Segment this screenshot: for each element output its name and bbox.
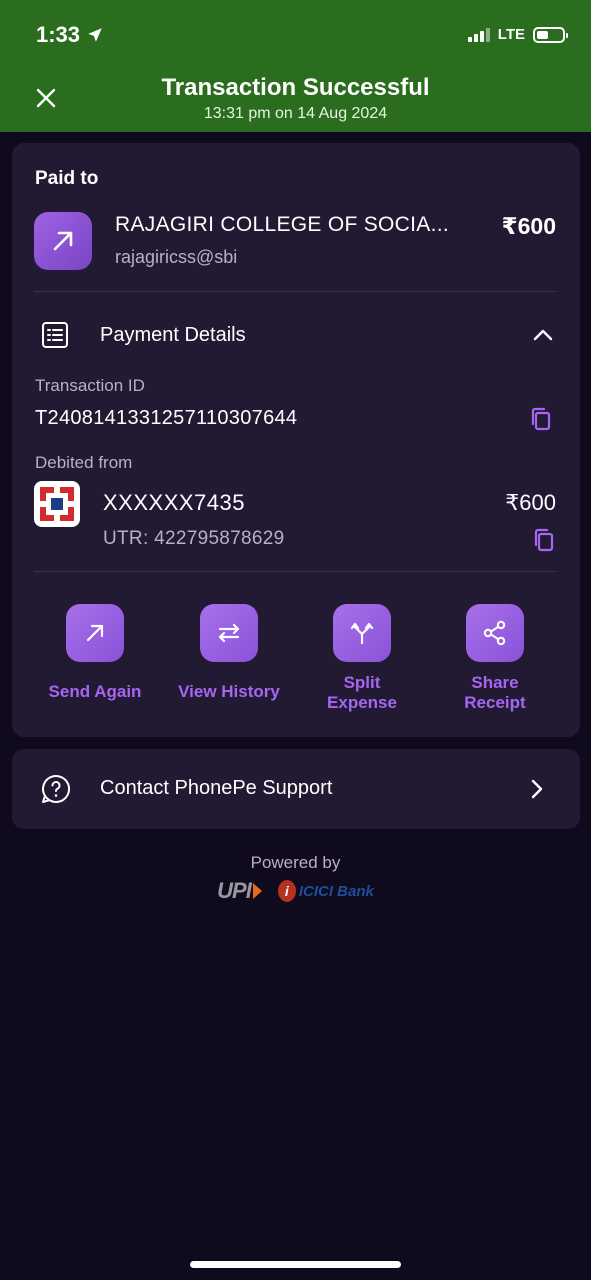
upi-logo-text: UPI [217,878,252,903]
chevron-up-icon[interactable] [532,324,554,346]
battery-icon [533,26,568,43]
split-expense-button[interactable]: Split Expense [295,604,429,713]
support-row[interactable]: Contact PhonePe Support [12,749,580,829]
hdfc-bank-icon [40,487,74,521]
share-icon [483,620,506,646]
debited-from-label: Debited from [35,453,133,472]
view-history-icon-button[interactable] [200,604,258,662]
chevron-right-icon [531,779,543,799]
send-again-label: Send Again [48,682,142,701]
split-expense-label: Split Expense [327,673,397,712]
status-indicators: LTE [467,26,568,43]
utr-number: UTR: 422795878629 [103,528,285,549]
receipt-list-icon [42,322,68,348]
location-arrow-icon [88,28,102,42]
payee-upi-id: rajagiricss@sbi [115,247,238,267]
payment-details-title[interactable]: Payment Details [100,324,246,347]
page-title: Transaction Successful [161,74,430,101]
transaction-timestamp: 13:31 pm on 14 Aug 2024 [203,105,388,122]
transaction-id-value: T2408141331257110307644 [35,407,298,429]
icici-bank-text: ICICI Bank [298,882,374,900]
share-receipt-icon-button[interactable] [466,604,524,662]
debited-amount: ₹600 [505,490,556,515]
split-expense-icon-button[interactable] [333,604,391,662]
icici-mark-icon: i [277,880,296,902]
debited-account: XXXXXX7435 [103,490,245,515]
header-bar: 1:33 LTE Transaction Successful 13:31 pm… [0,0,591,132]
copy-icon[interactable] [533,528,555,552]
powered-by-label: Powered by [250,853,341,872]
support-label: Contact PhonePe Support [100,777,333,799]
home-indicator[interactable] [190,1261,401,1268]
copy-icon[interactable] [530,407,552,431]
signal-icon [467,27,490,42]
share-receipt-label: Share Receipt [464,673,526,712]
split-icon [350,622,374,645]
view-history-button[interactable]: View History [162,604,296,702]
status-time-text: 1:33 [36,22,81,47]
paid-to-label: Paid to [35,168,99,189]
transaction-card: Paid to RAJAGIRI COLLEGE OF SOCIA... raj… [12,143,580,737]
divider [34,571,557,572]
transaction-id-label: Transaction ID [35,376,145,395]
help-circle-icon [42,774,71,803]
arrow-up-right-icon [53,231,73,251]
send-again-button[interactable]: Send Again [28,604,162,702]
swap-arrows-icon [218,623,240,643]
bank-logo [34,481,80,527]
paid-amount: ₹600 [501,213,556,239]
arrow-up-right-icon [86,624,104,642]
payee-avatar [34,212,92,270]
icici-bank-logo: i ICICI Bank [277,880,374,902]
view-history-label: View History [178,682,280,701]
send-again-icon-button[interactable] [66,604,124,662]
upi-logo: UPI [217,878,262,904]
partner-logos: UPI i ICICI Bank [0,878,591,904]
share-receipt-button[interactable]: Share Receipt [428,604,562,713]
payee-name: RAJAGIRI COLLEGE OF SOCIA... [115,213,449,236]
network-label: LTE [497,26,525,43]
divider [34,291,557,292]
status-time: 1:33 [36,22,104,48]
